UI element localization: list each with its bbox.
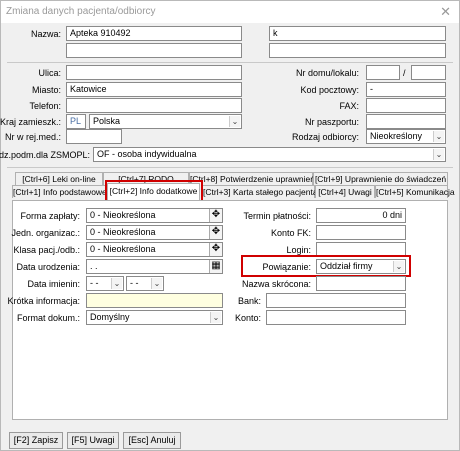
rodz-podm-value: OF - osoba indywidualna: [97, 149, 197, 159]
krotka-input[interactable]: [86, 293, 223, 308]
nr-domu-input[interactable]: [366, 65, 400, 80]
data-im-day: - -: [90, 278, 99, 288]
telefon-label: Telefon:: [29, 101, 61, 111]
format-select[interactable]: Domyślny ⌄: [86, 310, 223, 325]
tab-karta-stalego[interactable]: [Ctrl+3] Karta stałego pacjenta: [202, 185, 318, 198]
format-label: Format dokum.:: [16, 313, 80, 323]
nazwa-label: Nazwa:: [30, 29, 61, 39]
close-icon[interactable]: ✕: [440, 4, 451, 20]
data-ur-label: Data urodzenia:: [16, 262, 80, 272]
ulica-label: Ulica:: [38, 68, 61, 78]
data-ur-input[interactable]: . . ▦: [86, 259, 223, 274]
miasto-input[interactable]: Katowice: [66, 82, 242, 97]
rodz-podm-select[interactable]: OF - osoba indywidualna ⌄: [93, 147, 446, 162]
konto-fk-input[interactable]: [316, 225, 406, 240]
fax-input[interactable]: [366, 98, 446, 113]
klasa-label: Klasa pacj./odb.:: [13, 245, 80, 255]
termin-label: Termin płatności:: [243, 211, 311, 221]
termin-input[interactable]: 0 dni: [316, 208, 406, 223]
konto-label: Konto:: [234, 313, 261, 323]
kraj-value: Polska: [93, 116, 121, 126]
krotka-label: Krótka informacja:: [7, 296, 80, 306]
tab-uprawnienie[interactable]: [Ctrl+9] Uprawnienie do świadczeń: [313, 172, 448, 185]
nr-paszportu-label: Nr paszportu:: [304, 117, 359, 127]
data-ur-value: . .: [90, 261, 98, 271]
telefon-input[interactable]: [66, 98, 242, 113]
nazwa-right-line2-input[interactable]: [269, 43, 446, 58]
bank-label: Bank:: [237, 296, 261, 306]
nazwa-input[interactable]: Apteka 910492: [66, 26, 242, 41]
powiazanie-highlight-box: [241, 255, 411, 277]
tab-leki-online[interactable]: [Ctrl+6] Leki on-line: [15, 172, 103, 185]
select-plus-icon[interactable]: ✥: [209, 243, 222, 256]
window-title: Zmiana danych pacjenta/odbiorcy: [6, 6, 156, 17]
konto-fk-label: Konto FK:: [270, 228, 311, 238]
tab-uwagi[interactable]: [Ctrl+4] Uwagi: [315, 185, 375, 198]
select-plus-icon[interactable]: ✥: [209, 209, 222, 222]
jedn-org-label: Jedn. organizac.:: [11, 228, 80, 238]
cancel-button[interactable]: [Esc] Anuluj: [123, 432, 181, 449]
nazwa-right-input[interactable]: k: [269, 26, 446, 41]
nazwa-line2-input[interactable]: [66, 43, 242, 58]
tab-highlight-box: [105, 180, 203, 202]
nazwa-skr-label: Nazwa skrócona:: [241, 279, 311, 289]
data-im-month-select[interactable]: - - ⌄: [126, 276, 164, 291]
patient-edit-window: Zmiana danych pacjenta/odbiorcy ✕ Nazwa:…: [0, 0, 460, 451]
slash-label: /: [403, 68, 406, 78]
kraj-select[interactable]: Polska ⌄: [89, 114, 242, 129]
klasa-input[interactable]: 0 - Nieokreślona ✥: [86, 242, 223, 257]
chevron-down-icon: ⌄: [433, 131, 444, 142]
konto-input[interactable]: [266, 310, 406, 325]
ulica-input[interactable]: [66, 65, 242, 80]
select-plus-icon[interactable]: ✥: [209, 226, 222, 239]
rodzaj-value: Nieokreślony: [370, 131, 423, 141]
rodzaj-label: Rodzaj odbiorcy:: [291, 132, 359, 142]
forma-zaplaty-value: 0 - Nieokreślona: [90, 210, 156, 220]
rodz-podm-label: Rodz.podm.dla ZSMOPL:: [0, 150, 90, 160]
separator: [7, 167, 453, 168]
data-im-label: Data imienin:: [27, 279, 80, 289]
separator: [7, 62, 453, 63]
kraj-label: Kraj zamieszk.:: [0, 117, 61, 127]
tab-komunikacja[interactable]: [Ctrl+5] Komunikacja: [375, 185, 455, 198]
kod-input[interactable]: -: [366, 82, 446, 97]
nr-paszportu-input[interactable]: [366, 114, 446, 129]
chevron-down-icon: ⌄: [229, 116, 240, 127]
forma-zaplaty-input[interactable]: 0 - Nieokreślona ✥: [86, 208, 223, 223]
data-im-month: - -: [130, 278, 139, 288]
nr-rej-input[interactable]: [66, 129, 122, 144]
nr-lokalu-input[interactable]: [411, 65, 446, 80]
forma-zaplaty-label: Forma zapłaty:: [20, 211, 80, 221]
nazwa-skr-input[interactable]: [316, 276, 406, 291]
nr-rej-label: Nr w rej.med.:: [4, 132, 61, 142]
title-bar: Zmiana danych pacjenta/odbiorcy ✕: [1, 1, 459, 23]
save-button[interactable]: [F2] Zapisz: [9, 432, 63, 449]
tab-info-podstawowe[interactable]: [Ctrl+1] Info podstawowe: [12, 185, 107, 198]
data-im-day-select[interactable]: - - ⌄: [86, 276, 124, 291]
chevron-down-icon: ⌄: [111, 278, 122, 289]
bank-input[interactable]: [266, 293, 406, 308]
jedn-org-value: 0 - Nieokreślona: [90, 227, 156, 237]
nr-domu-label: Nr domu/lokalu:: [295, 68, 359, 78]
jedn-org-input[interactable]: 0 - Nieokreślona ✥: [86, 225, 223, 240]
chevron-down-icon: ⌄: [151, 278, 162, 289]
kraj-code-input[interactable]: PL: [66, 114, 86, 129]
format-value: Domyślny: [90, 312, 130, 322]
calendar-icon[interactable]: ▦: [209, 260, 222, 273]
notes-button[interactable]: [F5] Uwagi: [67, 432, 119, 449]
klasa-value: 0 - Nieokreślona: [90, 244, 156, 254]
chevron-down-icon: ⌄: [433, 149, 444, 160]
login-label: Login:: [286, 245, 311, 255]
tab-potwierdzenie[interactable]: [Ctrl+8] Potwierdzenie uprawnień: [189, 172, 315, 185]
miasto-label: Miasto:: [31, 85, 61, 95]
chevron-down-icon: ⌄: [210, 312, 221, 323]
rodzaj-select[interactable]: Nieokreślony ⌄: [366, 129, 446, 144]
fax-label: FAX:: [339, 101, 359, 111]
kod-label: Kod pocztowy:: [300, 85, 359, 95]
